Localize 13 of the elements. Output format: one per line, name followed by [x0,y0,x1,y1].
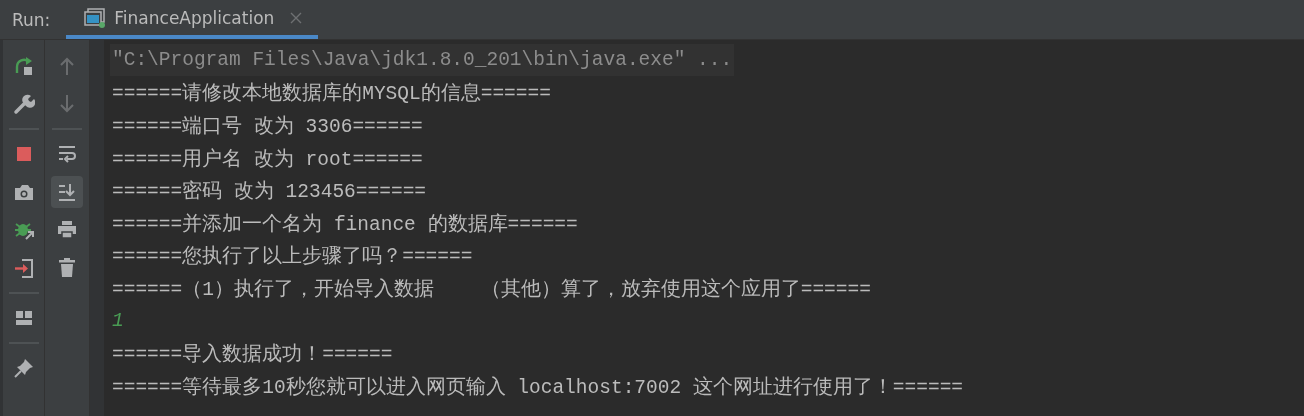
output-line: ======端口号 改为 3306====== [111,114,424,140]
output-line: ======（1）执行了，开始导入数据 （其他）算了，放弃使用这个应用了====== [111,277,872,303]
scroll-to-end-icon[interactable] [51,176,83,208]
output-line: ======并添加一个名为 finance 的数据库====== [111,212,579,238]
output-line: ======请修改本地数据库的MYSQL的信息====== [111,81,552,108]
console-window-icon [84,7,107,28]
panel-label: Run: [11,9,52,30]
output-line: ======密码 改为 123456====== [111,179,428,206]
output-line: ======等待最多10秒您就可以进入网页输入 localhost:7002 这个网址进行使用了！====== [111,375,965,401]
output-line: ======用户名 改为 root====== [111,147,424,173]
output-line: ======您执行了以上步骤了吗？====== [111,244,474,271]
input-line: 1 [111,309,125,335]
output-line: ======导入数据成功！====== [111,342,394,369]
